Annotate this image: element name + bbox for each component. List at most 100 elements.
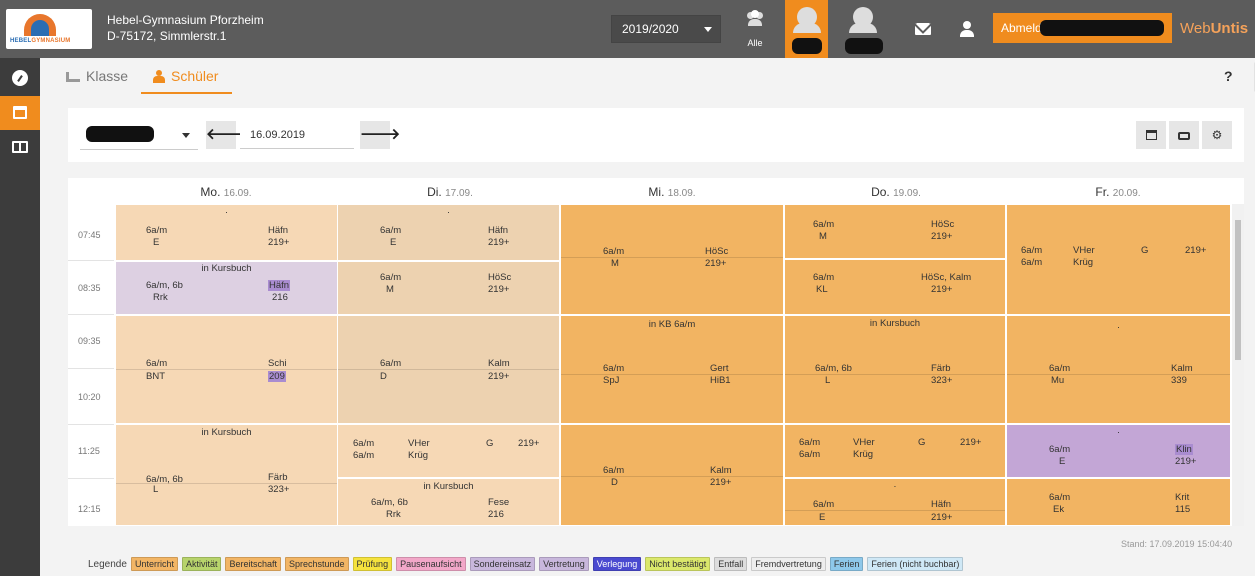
school-logo[interactable]: HEBELGYMNASIUM: [6, 9, 92, 49]
time-label: 12:15: [78, 504, 101, 514]
last-updated: Stand: 17.09.2019 15:04:40: [1121, 539, 1233, 549]
student-select[interactable]: [80, 120, 198, 150]
lesson-mi-1[interactable]: 6a/m HöSc M 219+: [561, 205, 784, 315]
day-name: Do.: [871, 185, 890, 199]
lesson-di-4[interactable]: 6a/m VHer G 219+ 6a/m Krüg: [338, 425, 560, 478]
redacted-name: [845, 38, 883, 54]
school-year-value: 2019/2020: [622, 22, 679, 36]
day-header-do: Do. 19.09.: [784, 185, 1008, 199]
lesson-do-3[interactable]: in Kursbuch 6a/m, 6b Färb L 323+: [785, 316, 1006, 424]
brand-web: Web: [1180, 20, 1211, 37]
lesson-mo-4[interactable]: in Kursbuch 6a/m, 6b Färb L 323+: [116, 425, 338, 526]
lesson-do-4[interactable]: 6a/m VHer G 219+ 6a/m Krüg: [785, 425, 1006, 478]
school-address: D-75172, Simmlerstr.1: [107, 29, 227, 43]
date-input[interactable]: 16.09.2019: [240, 121, 354, 149]
lesson-mo-2[interactable]: in Kursbuch 6a/m, 6b Häfn Rrk 216: [116, 262, 338, 315]
side-nav: [0, 58, 40, 576]
lesson-fr-2[interactable]: · 6a/m Kalm Mu 339: [1007, 316, 1231, 424]
lesson-fr-4[interactable]: 6a/m Krit Ek 115: [1007, 479, 1231, 526]
sub-navigation: Klasse Schüler ? ⊘: [40, 58, 1255, 98]
time-label: 09:35: [78, 336, 101, 346]
group-label: Alle: [747, 38, 763, 48]
lesson-di-1[interactable]: · 6a/m Häfn E 219+: [338, 205, 560, 261]
time-label: 08:35: [78, 283, 101, 293]
day-date: 17.09.: [445, 188, 473, 199]
user-avatar-icon: [849, 7, 877, 33]
scrollbar-thumb[interactable]: [1235, 220, 1241, 360]
school-info: Hebel-Gymnasium Pforzheim D-75172, Simml…: [107, 12, 264, 44]
lesson-di-5[interactable]: in Kursbuch 6a/m, 6b Fese Rrk 216: [338, 479, 560, 526]
user-profile-button-active[interactable]: [785, 0, 828, 58]
help-button[interactable]: ?: [1224, 68, 1233, 84]
user-avatar-icon: [793, 7, 821, 33]
legend-label: Legende: [88, 558, 127, 570]
day-name: Fr.: [1095, 185, 1110, 199]
legend-item-vertretung: Vertretung: [539, 557, 589, 571]
legend-item-unterricht: Unterricht: [130, 557, 178, 571]
timetable-scrollbar[interactable]: [1232, 204, 1244, 526]
logo-text-a: HEBEL: [10, 38, 32, 44]
messages-envelope-icon[interactable]: [915, 23, 931, 35]
tab-schueler-label: Schüler: [171, 68, 219, 84]
users-group-icon: [747, 10, 763, 26]
day-date: 19.09.: [893, 188, 921, 199]
day-date: 20.09.: [1112, 188, 1141, 199]
class-icon: [66, 72, 80, 82]
logout-button[interactable]: Abmelden: [993, 13, 1172, 43]
day-name: Mi.: [648, 185, 665, 199]
group-button[interactable]: Alle: [737, 0, 773, 58]
legend-item-ferien: Ferien: [829, 557, 864, 571]
day-header-mi: Mi. 18.09.: [560, 185, 784, 199]
filter-bar: 🡐 16.09.2019 🡒 ⚙: [68, 108, 1244, 162]
tab-klasse[interactable]: Klasse: [66, 66, 128, 94]
time-label: 07:45: [78, 230, 101, 240]
previous-week-button[interactable]: 🡐: [206, 121, 246, 149]
lesson-mi-2[interactable]: in KB 6a/m 6a/m Gert SpJ HiB1: [561, 316, 784, 424]
lesson-mo-3[interactable]: 6a/m Schi BNT 209: [116, 316, 338, 424]
lesson-fr-3[interactable]: · 6a/m Klin E 219+: [1007, 425, 1231, 478]
lesson-mi-3[interactable]: 6a/m Kalm D 219+: [561, 425, 784, 526]
school-name: Hebel-Gymnasium Pforzheim: [107, 13, 264, 27]
legend-item-pausenaufsicht: Pausenaufsicht: [396, 557, 466, 571]
tab-klasse-label: Klasse: [86, 68, 129, 84]
student-icon: [153, 70, 165, 83]
lesson-mo-1[interactable]: · 6a/m Häfn E 219+: [116, 205, 338, 261]
lesson-fr-1[interactable]: 6a/m VHer G 219+ 6a/m Krüg: [1007, 205, 1231, 315]
time-label: 11:25: [78, 446, 100, 456]
calendar-icon[interactable]: [0, 96, 40, 130]
lesson-di-2[interactable]: 6a/m HöSc M 219+: [338, 262, 560, 315]
legend-item-aktivitaet: Aktivität: [181, 557, 222, 571]
tab-schueler[interactable]: Schüler: [141, 66, 232, 94]
legend-item-sprechstunde: Sprechstunde: [285, 557, 349, 571]
arrow-right-icon: 🡒: [360, 126, 401, 143]
school-year-select[interactable]: 2019/2020: [611, 15, 721, 43]
next-week-button[interactable]: 🡒: [360, 121, 400, 149]
time-label: 10:20: [78, 392, 101, 402]
logo-text-b: GYMNASIUM: [31, 38, 71, 44]
settings-gear-icon[interactable]: ⚙: [1202, 121, 1232, 149]
logo-arc-icon: [24, 14, 56, 36]
print-icon[interactable]: [1169, 121, 1199, 149]
legend-item-fremdvertretung: Fremdvertretung: [751, 557, 826, 571]
lesson-do-5[interactable]: · 6a/m Häfn E 219+: [785, 479, 1006, 526]
lesson-di-3[interactable]: 6a/m Kalm D 219+: [338, 316, 560, 424]
legend: Legende Unterricht Aktivität Bereitschaf…: [88, 556, 967, 572]
webuntis-brand: WebUntis: [1180, 20, 1248, 37]
calendar-picker-icon[interactable]: [1136, 121, 1166, 149]
day-name: Di.: [427, 185, 442, 199]
legend-item-ferien-nicht-buchbar: Ferien (nicht buchbar): [867, 557, 964, 571]
day-date: 18.09.: [667, 188, 696, 199]
chevron-down-icon: [182, 133, 190, 138]
day-header-mo: Mo. 16.09.: [114, 185, 338, 199]
profile-user-icon[interactable]: [960, 21, 974, 37]
user-profile-button[interactable]: [838, 0, 888, 58]
day-name: Mo.: [200, 185, 221, 199]
legend-item-bereitschaft: Bereitschaft: [225, 557, 281, 571]
timetable: Mo. 16.09. Di. 17.09. Mi. 18.09. Do. 19.…: [68, 178, 1244, 526]
legend-item-nicht-bestaetigt: Nicht bestätigt: [645, 557, 711, 571]
day-header-fr: Fr. 20.09.: [1006, 185, 1230, 199]
dashboard-gauge-icon[interactable]: [0, 60, 40, 94]
lesson-do-2[interactable]: 6a/m HöSc, Kalm KL 219+: [785, 260, 1006, 315]
lesson-do-1[interactable]: 6a/m HöSc M 219+: [785, 205, 1006, 259]
book-icon[interactable]: [0, 130, 40, 164]
